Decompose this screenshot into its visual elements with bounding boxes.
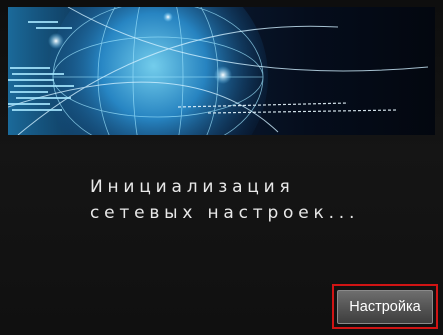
camera-screen: Инициализация сетевых настроек... Настро… xyxy=(0,0,443,335)
status-message: Инициализация сетевых настроек... xyxy=(90,174,359,226)
settings-button[interactable]: Настройка xyxy=(337,290,433,324)
network-globe-banner xyxy=(8,7,435,135)
network-globe-icon xyxy=(8,7,429,135)
status-message-line-2: сетевых настроек... xyxy=(90,203,360,223)
status-message-line-1: Инициализация xyxy=(90,177,295,197)
